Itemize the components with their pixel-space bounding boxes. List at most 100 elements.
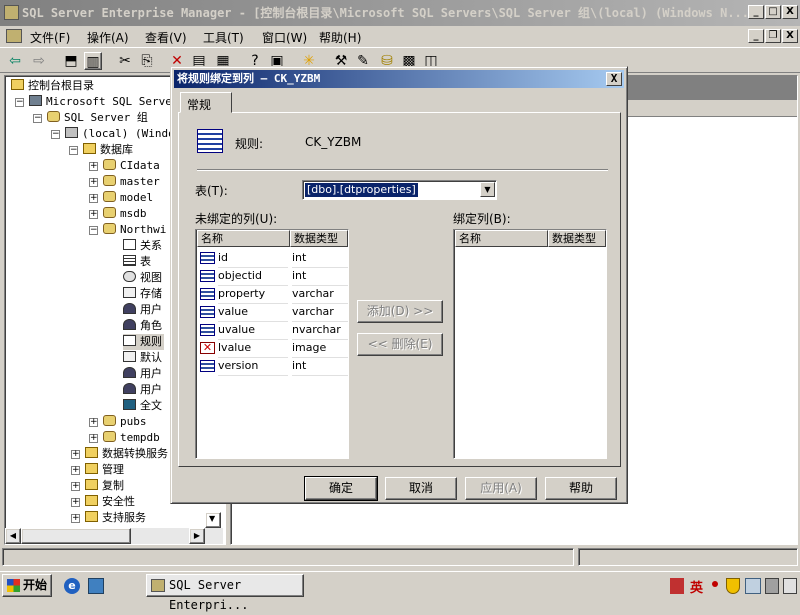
- expand-icon[interactable]: +: [71, 482, 80, 491]
- tree-db-item[interactable]: Northwi: [120, 223, 166, 236]
- tree-node[interactable]: 表: [140, 255, 151, 268]
- tree-node[interactable]: 安全性: [102, 495, 135, 508]
- start-button[interactable]: 开始: [2, 574, 52, 597]
- tree-node[interactable]: 用户: [140, 303, 162, 316]
- scroll-thumb[interactable]: [21, 528, 131, 544]
- collapse-icon[interactable]: −: [33, 114, 42, 123]
- collapse-icon[interactable]: −: [15, 98, 24, 107]
- tree-node[interactable]: 默认: [140, 351, 162, 364]
- list-item[interactable]: uvalue nvarchar: [198, 321, 348, 340]
- list-item[interactable]: version int: [198, 357, 348, 376]
- menu-view[interactable]: 查看(V): [145, 29, 187, 46]
- tree-node[interactable]: 支持服务: [102, 511, 146, 524]
- ok-button[interactable]: 确定: [304, 476, 378, 501]
- taskbar-app-button[interactable]: SQL Server Enterpri...: [146, 574, 304, 612]
- tree-db-item[interactable]: model: [120, 191, 153, 204]
- menu-tools[interactable]: 工具(T): [203, 29, 244, 46]
- tree-ms-sql[interactable]: Microsoft SQL Server: [46, 95, 178, 108]
- mdi-icon[interactable]: [6, 29, 22, 43]
- header-type[interactable]: 数据类型: [290, 230, 348, 247]
- forward-arrow-icon[interactable]: ⇨: [30, 52, 48, 70]
- ime-lang[interactable]: 英: [690, 577, 703, 596]
- maximize-button[interactable]: □: [765, 5, 781, 19]
- network-icon[interactable]: [745, 578, 761, 594]
- list-item[interactable]: id int: [198, 249, 348, 268]
- expand-icon[interactable]: +: [89, 162, 98, 171]
- ie-icon[interactable]: e: [64, 578, 80, 594]
- list-item[interactable]: value varchar: [198, 303, 348, 322]
- help-button[interactable]: 帮助: [545, 477, 617, 500]
- list-item[interactable]: ✕ lvalue image: [198, 339, 348, 358]
- tree-db-item[interactable]: master: [120, 175, 160, 188]
- collapse-icon[interactable]: −: [69, 146, 78, 155]
- table-select[interactable]: [dbo].[dtproperties] ▼: [302, 180, 497, 200]
- back-arrow-icon[interactable]: ⇦: [6, 52, 24, 70]
- child-minimize-button[interactable]: _: [748, 29, 764, 43]
- desktop-icon[interactable]: [88, 578, 104, 594]
- expand-icon[interactable]: +: [89, 178, 98, 187]
- collapse-icon[interactable]: −: [89, 226, 98, 235]
- tree-node[interactable]: 数据转换服务: [102, 447, 168, 460]
- expand-icon[interactable]: +: [89, 418, 98, 427]
- tree-root[interactable]: 控制台根目录: [28, 79, 94, 92]
- expand-icon[interactable]: +: [71, 450, 80, 459]
- tree-local[interactable]: (local) (Windo: [82, 127, 175, 140]
- expand-icon[interactable]: +: [71, 466, 80, 475]
- dialog-close-button[interactable]: X: [606, 72, 622, 86]
- scroll-left-button[interactable]: ◀: [5, 528, 21, 544]
- horizontal-scrollbar[interactable]: ◀ ▶: [5, 528, 223, 544]
- scroll-right-button[interactable]: ▶: [189, 528, 205, 544]
- remove-button[interactable]: << 删除(E): [357, 333, 443, 356]
- expand-icon[interactable]: +: [71, 514, 80, 523]
- tree-db-item[interactable]: CIdata: [120, 159, 160, 172]
- scroll-down-button[interactable]: ▼: [205, 512, 221, 528]
- header-name[interactable]: 名称: [455, 230, 548, 247]
- list-item[interactable]: objectid int: [198, 267, 348, 286]
- chevron-down-icon[interactable]: ▼: [480, 182, 495, 197]
- expand-icon[interactable]: +: [89, 210, 98, 219]
- add-button[interactable]: 添加(D) >>: [357, 300, 443, 323]
- copy-icon[interactable]: ⎘: [138, 52, 156, 70]
- header-name[interactable]: 名称: [197, 230, 290, 247]
- tree-node[interactable]: 全文: [140, 399, 162, 412]
- volume-icon[interactable]: [765, 578, 779, 594]
- show-tree-icon[interactable]: ▥: [84, 52, 102, 70]
- cancel-button[interactable]: 取消: [385, 477, 457, 500]
- tree-group[interactable]: SQL Server 组: [64, 111, 148, 124]
- tree-node[interactable]: 关系: [140, 239, 162, 252]
- tree-node[interactable]: 视图: [140, 271, 162, 284]
- menu-help[interactable]: 帮助(H): [319, 29, 361, 46]
- tree-db-item[interactable]: tempdb: [120, 431, 160, 444]
- close-button[interactable]: X: [782, 5, 798, 19]
- tab-general[interactable]: 常规: [180, 92, 232, 113]
- shield-icon[interactable]: [726, 578, 740, 594]
- tree-db-item[interactable]: pubs: [120, 415, 147, 428]
- bound-columns-list[interactable]: 名称 数据类型: [453, 229, 607, 459]
- cut-icon[interactable]: ✂: [116, 52, 134, 70]
- child-close-button[interactable]: X: [782, 29, 798, 43]
- child-restore-button[interactable]: ❐: [765, 29, 781, 43]
- apply-button[interactable]: 应用(A): [465, 477, 537, 500]
- tree-node[interactable]: 用户: [140, 367, 162, 380]
- tree-node-rules-selected[interactable]: 规则: [140, 335, 162, 348]
- tray-icon[interactable]: [783, 578, 797, 594]
- tree-node[interactable]: 角色: [140, 319, 162, 332]
- menu-window[interactable]: 窗口(W): [262, 29, 307, 46]
- expand-icon[interactable]: +: [89, 194, 98, 203]
- tree-db-item[interactable]: msdb: [120, 207, 147, 220]
- tree-node[interactable]: 管理: [102, 463, 124, 476]
- tree-node[interactable]: 用户: [140, 383, 162, 396]
- up-folder-icon[interactable]: ⬒: [62, 52, 80, 70]
- menu-action[interactable]: 操作(A): [87, 29, 129, 46]
- expand-icon[interactable]: +: [89, 434, 98, 443]
- collapse-icon[interactable]: −: [51, 130, 60, 139]
- tree-node[interactable]: 复制: [102, 479, 124, 492]
- expand-icon[interactable]: +: [71, 498, 80, 507]
- tree-databases[interactable]: 数据库: [100, 143, 133, 156]
- unbound-columns-list[interactable]: 名称 数据类型 id int objectid int property varcha…: [195, 229, 349, 459]
- tree-node[interactable]: 存储: [140, 287, 162, 300]
- minimize-button[interactable]: _: [748, 5, 764, 19]
- menu-file[interactable]: 文件(F): [30, 29, 70, 46]
- list-item[interactable]: property varchar: [198, 285, 348, 304]
- ime-icon[interactable]: [670, 578, 684, 594]
